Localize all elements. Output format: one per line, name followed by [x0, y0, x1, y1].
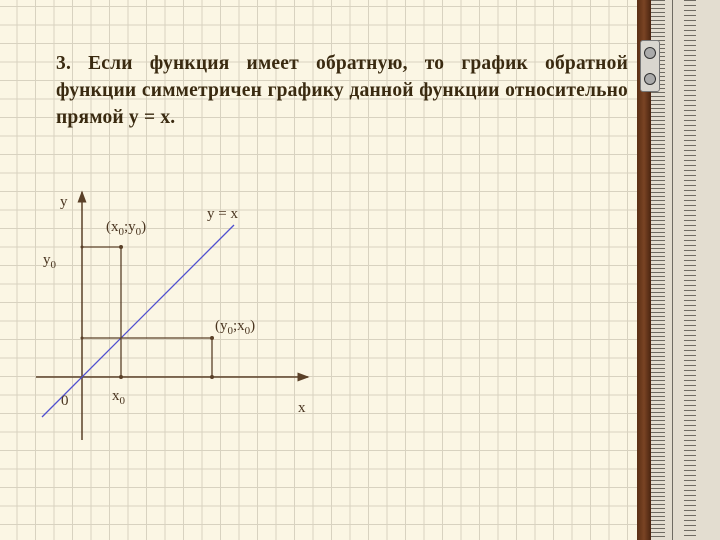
ruler-clip: [640, 40, 660, 92]
ruler-scale-ticks: [684, 0, 696, 540]
tick-y0: [80, 245, 84, 249]
y0-label: y0: [43, 252, 57, 271]
line-label: y = x: [207, 206, 238, 222]
point2-label: (y0;x0): [215, 318, 255, 337]
y-axis-label: y: [60, 194, 68, 210]
inverse-function-diagram: y x 0 y = x x0 y0 (x0;y0) (y0;x0): [36, 190, 310, 440]
x0-label: x0: [112, 388, 126, 407]
screw-icon: [644, 73, 656, 85]
x-axis-label: x: [298, 400, 306, 416]
tick-y0-on-x: [210, 375, 214, 379]
point1-label: (x0;y0): [106, 219, 146, 238]
screw-icon: [644, 47, 656, 59]
ruler-line: [672, 0, 673, 540]
point-x0-y0: [119, 245, 123, 249]
point-y0-x0: [210, 336, 214, 340]
line-y-equals-x: [41, 224, 235, 418]
origin-label: 0: [61, 393, 69, 409]
tick-x0-on-y: [80, 336, 84, 340]
tick-x0: [119, 375, 123, 379]
